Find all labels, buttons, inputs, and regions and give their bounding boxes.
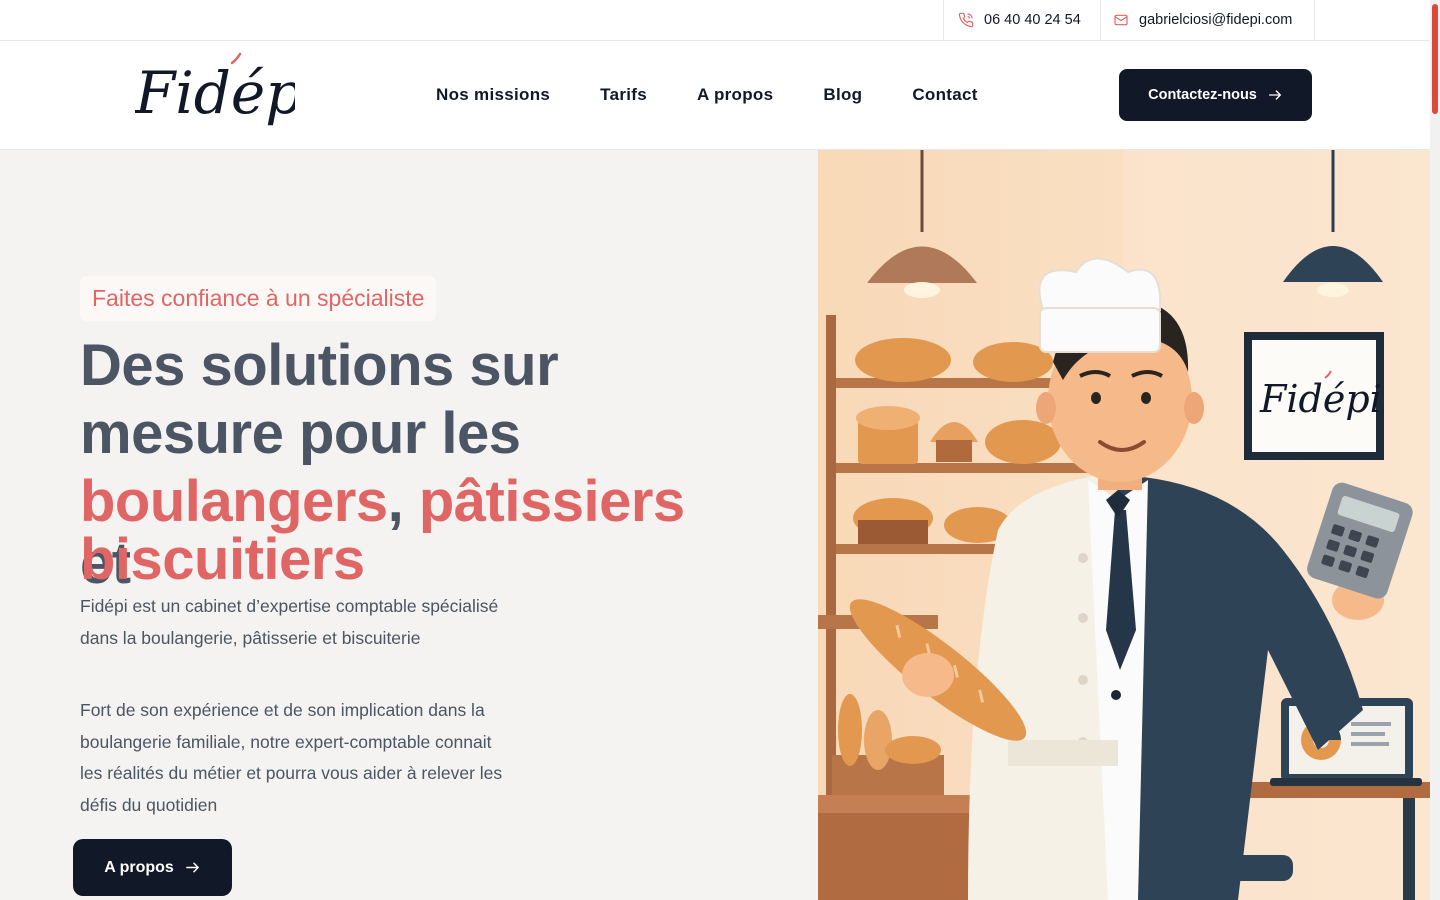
nav-item-tarifs[interactable]: Tarifs xyxy=(600,85,647,105)
hero-description-1: Fidépi est un cabinet d’expertise compta… xyxy=(80,596,499,648)
hero-headline: Des solutions sur mesure pour les boulan… xyxy=(80,333,700,595)
hero-badge: Faites confiance à un spécialiste xyxy=(80,276,437,321)
about-button-label: A propos xyxy=(104,858,174,876)
nav-item-contact[interactable]: Contact xyxy=(912,85,977,105)
headline-line-2: mesure pour les xyxy=(80,401,521,466)
phone-contact[interactable]: 06 40 40 24 54 xyxy=(943,0,1101,40)
sign-text: Fidépi xyxy=(1259,377,1382,421)
top-contact-bar: 06 40 40 24 54 gabrielciosi@fidepi.com xyxy=(0,0,1430,41)
headline-word-patissiers: pâtissiers xyxy=(418,469,685,534)
contact-us-label: Contactez-nous xyxy=(1148,87,1257,103)
main-nav: Nos missions Tarifs A propos Blog Contac… xyxy=(436,85,978,105)
fidepi-logo[interactable]: Fidépi xyxy=(135,51,295,141)
site-header: Fidépi Nos missions Tarifs A propos Blog… xyxy=(0,41,1430,150)
framed-logo-sign: Fidépi xyxy=(1244,332,1384,460)
headline-comma: , xyxy=(387,469,404,534)
email-address[interactable]: gabrielciosi@fidepi.com xyxy=(1139,12,1292,28)
about-button[interactable]: A propos xyxy=(73,839,232,896)
arrow-right-icon xyxy=(185,862,199,873)
arrow-right-icon xyxy=(1268,90,1281,100)
mail-icon xyxy=(1114,14,1128,26)
hero-illustration: Fidépi xyxy=(818,150,1430,900)
headline-word-boulangers: boulangers xyxy=(80,469,388,534)
scrollbar-thumb[interactable] xyxy=(1432,4,1438,114)
page-scrollbar[interactable] xyxy=(1430,0,1440,900)
phone-number[interactable]: 06 40 40 24 54 xyxy=(984,12,1081,28)
nav-item-nos-missions[interactable]: Nos missions xyxy=(436,85,550,105)
nav-item-a-propos[interactable]: A propos xyxy=(697,85,773,105)
contact-us-button[interactable]: Contactez-nous xyxy=(1119,69,1312,121)
nav-item-blog[interactable]: Blog xyxy=(823,85,862,105)
hero-section: Faites confiance à un spécialiste Des so… xyxy=(0,150,1430,900)
email-contact[interactable]: gabrielciosi@fidepi.com xyxy=(1100,0,1315,40)
svg-text:Fidépi: Fidépi xyxy=(135,59,295,127)
headline-line-3: boulangers, pâtissiers et xyxy=(80,471,700,595)
phone-icon xyxy=(958,12,974,28)
hero-description-2: Fort de son expérience et de son implica… xyxy=(80,700,503,815)
headline-word-biscuitiers: biscuitiers xyxy=(80,527,365,592)
headline-line-1: Des solutions sur xyxy=(80,333,559,398)
